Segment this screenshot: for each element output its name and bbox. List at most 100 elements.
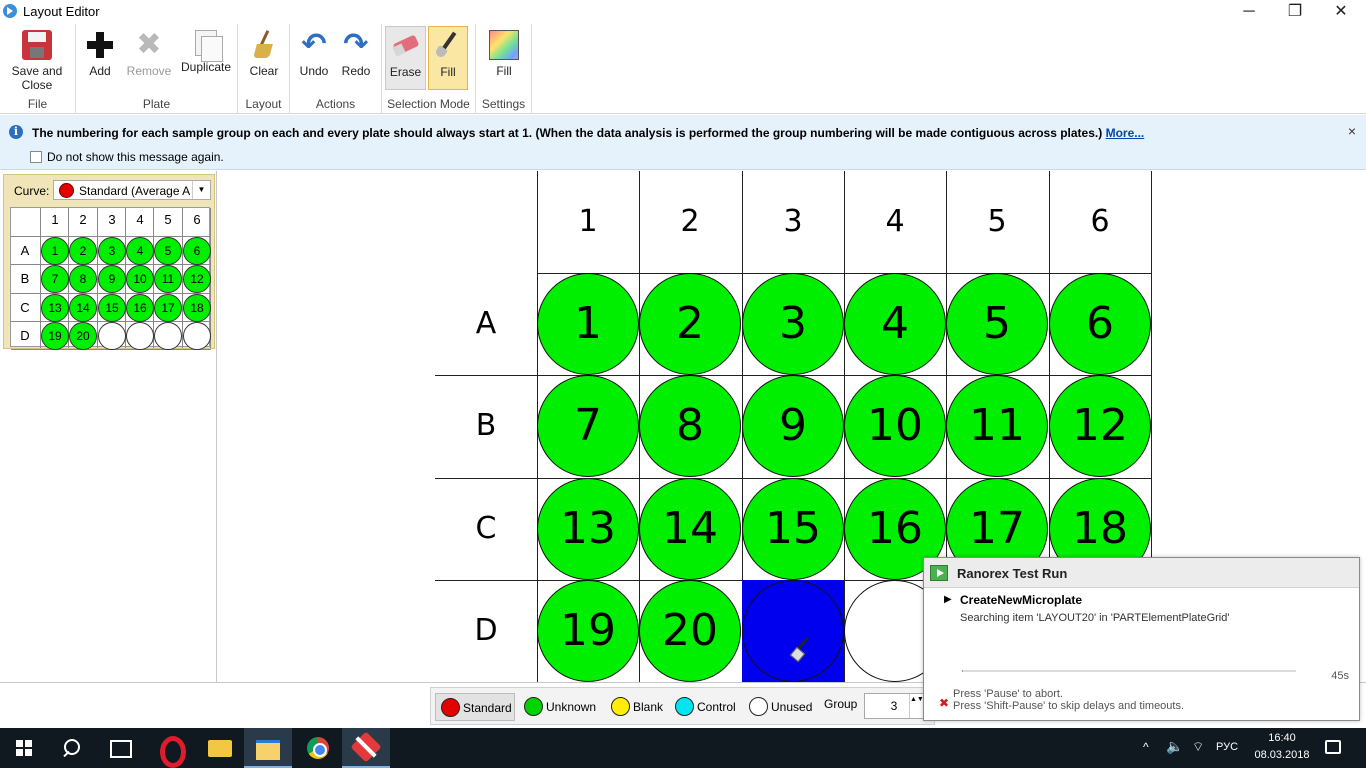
- restore-button[interactable]: ❐: [1272, 0, 1318, 24]
- close-button[interactable]: ✕: [1318, 0, 1364, 24]
- brush-icon: [433, 31, 463, 61]
- expand-arrow-icon[interactable]: ▶: [944, 594, 952, 605]
- mini-well[interactable]: 20: [69, 322, 97, 350]
- mini-well[interactable]: 1: [41, 237, 69, 265]
- well-a4[interactable]: 4: [844, 273, 946, 375]
- undo-button[interactable]: ↶ Undo: [294, 26, 334, 79]
- clear-button[interactable]: Clear: [244, 26, 284, 78]
- mini-well[interactable]: 15: [98, 294, 126, 322]
- file-explorer-icon[interactable]: [196, 728, 244, 768]
- well-d2[interactable]: 20: [639, 580, 741, 682]
- legend-label-unused: Unused: [771, 700, 813, 714]
- ranorex-play-icon: [930, 565, 948, 581]
- abort-icon[interactable]: ✖: [939, 696, 949, 710]
- notifications-icon[interactable]: [1325, 740, 1341, 754]
- ranorex-app-icon[interactable]: [342, 728, 390, 768]
- mini-well[interactable]: 7: [41, 265, 69, 293]
- mini-well[interactable]: 2: [69, 237, 97, 265]
- legend-control[interactable]: Control: [670, 693, 740, 721]
- curve-dropdown[interactable]: Standard (Average A ▼: [53, 180, 211, 200]
- well-c3[interactable]: 15: [742, 478, 844, 580]
- well-a2[interactable]: 2: [639, 273, 741, 375]
- well-c1[interactable]: 13: [537, 478, 639, 580]
- network-icon[interactable]: ⌔: [1192, 739, 1204, 755]
- erase-button[interactable]: Erase: [385, 26, 426, 90]
- dont-show-label[interactable]: Do not show this message again.: [47, 150, 224, 164]
- mini-well[interactable]: 12: [183, 265, 211, 293]
- tray-expand-icon[interactable]: ^: [1143, 740, 1149, 754]
- mini-well[interactable]: 17: [154, 294, 182, 322]
- mini-well[interactable]: 18: [183, 294, 211, 322]
- mini-well[interactable]: [154, 322, 182, 350]
- mini-well[interactable]: 3: [98, 237, 126, 265]
- mini-well[interactable]: [183, 322, 211, 350]
- legend-unused[interactable]: Unused: [744, 693, 818, 721]
- save-icon: [22, 30, 52, 60]
- add-button[interactable]: Add: [82, 26, 118, 78]
- start-button[interactable]: [0, 728, 48, 768]
- well-c2[interactable]: 14: [639, 478, 741, 580]
- group-label-plate: Plate: [142, 97, 171, 111]
- explorer-window-icon[interactable]: [244, 728, 292, 768]
- mini-plate-grid[interactable]: 1 2 3 4 5 6 A B C D 1 2 3 4 5 6 7 8 9 10 11 12 13 14 15 16 17 18 19 2…: [10, 207, 211, 350]
- mini-well[interactable]: 4: [126, 237, 154, 265]
- more-link[interactable]: More...: [1106, 126, 1145, 140]
- legend-blank[interactable]: Blank: [606, 693, 668, 721]
- well-b2[interactable]: 8: [639, 375, 741, 477]
- minimize-button[interactable]: ─: [1226, 0, 1272, 24]
- group-spinner[interactable]: ▲▼: [909, 694, 924, 718]
- mini-well[interactable]: 19: [41, 322, 69, 350]
- ribbon-group-layout: Clear Layout: [238, 24, 290, 114]
- well-a6[interactable]: 6: [1049, 273, 1151, 375]
- color-palette-icon: [489, 30, 519, 60]
- remove-icon: ✖: [136, 28, 162, 61]
- plate-thumbnail[interactable]: Curve: Standard (Average A ▼ 123456ABCD1…: [3, 174, 215, 350]
- remove-button[interactable]: ✖ Remove: [124, 26, 174, 79]
- legend-unknown[interactable]: Unknown: [519, 693, 599, 721]
- well-b6[interactable]: 12: [1049, 375, 1151, 477]
- mini-well[interactable]: [98, 322, 126, 350]
- mini-well[interactable]: 10: [126, 265, 154, 293]
- well-a3[interactable]: 3: [742, 273, 844, 375]
- mini-well[interactable]: 11: [154, 265, 182, 293]
- mini-well[interactable]: 9: [98, 265, 126, 293]
- well-a1[interactable]: 1: [537, 273, 639, 375]
- search-icon[interactable]: [48, 728, 96, 768]
- well-d3-selected[interactable]: [742, 580, 844, 682]
- legend-standard[interactable]: Standard: [435, 693, 515, 721]
- well-b1[interactable]: 7: [537, 375, 639, 477]
- add-label: Add: [89, 64, 111, 78]
- well-d1[interactable]: 19: [537, 580, 639, 682]
- language-indicator[interactable]: РУС: [1216, 741, 1238, 753]
- redo-button[interactable]: ↷ Redo: [336, 26, 376, 79]
- save-and-close-button[interactable]: Save and Close: [4, 26, 70, 92]
- well-b3[interactable]: 9: [742, 375, 844, 477]
- ranorex-test-run-panel: Ranorex Test Run ▶ CreateNewMicroplate S…: [923, 557, 1360, 721]
- brush-cursor-icon: [789, 636, 813, 660]
- well-a5[interactable]: 5: [946, 273, 1048, 375]
- well-b4[interactable]: 10: [844, 375, 946, 477]
- duplicate-button[interactable]: Duplicate: [178, 26, 234, 74]
- info-close-button[interactable]: ×: [1348, 123, 1356, 139]
- clock-time[interactable]: 16:40: [1254, 732, 1310, 744]
- dont-show-checkbox[interactable]: [30, 151, 42, 163]
- chevron-down-icon[interactable]: ▼: [192, 181, 210, 199]
- mini-well[interactable]: 8: [69, 265, 97, 293]
- fill-settings-button[interactable]: Fill: [484, 26, 524, 78]
- mini-well[interactable]: 14: [69, 294, 97, 322]
- fill-mode-button[interactable]: Fill: [428, 26, 468, 90]
- mini-well[interactable]: 5: [154, 237, 182, 265]
- volume-icon[interactable]: 🔈: [1166, 738, 1183, 755]
- chrome-icon[interactable]: [294, 728, 342, 768]
- mini-well[interactable]: [126, 322, 154, 350]
- window-title: Layout Editor: [23, 4, 100, 19]
- mini-well[interactable]: 6: [183, 237, 211, 265]
- opera-icon[interactable]: [148, 728, 196, 768]
- well-b5[interactable]: 11: [946, 375, 1048, 477]
- mini-column-header: 4: [136, 212, 144, 227]
- mini-well[interactable]: 13: [41, 294, 69, 322]
- task-view-icon[interactable]: [96, 728, 144, 768]
- legend-dot-unused: [749, 697, 768, 716]
- mini-well[interactable]: 16: [126, 294, 154, 322]
- clock-date[interactable]: 08.03.2018: [1250, 749, 1314, 761]
